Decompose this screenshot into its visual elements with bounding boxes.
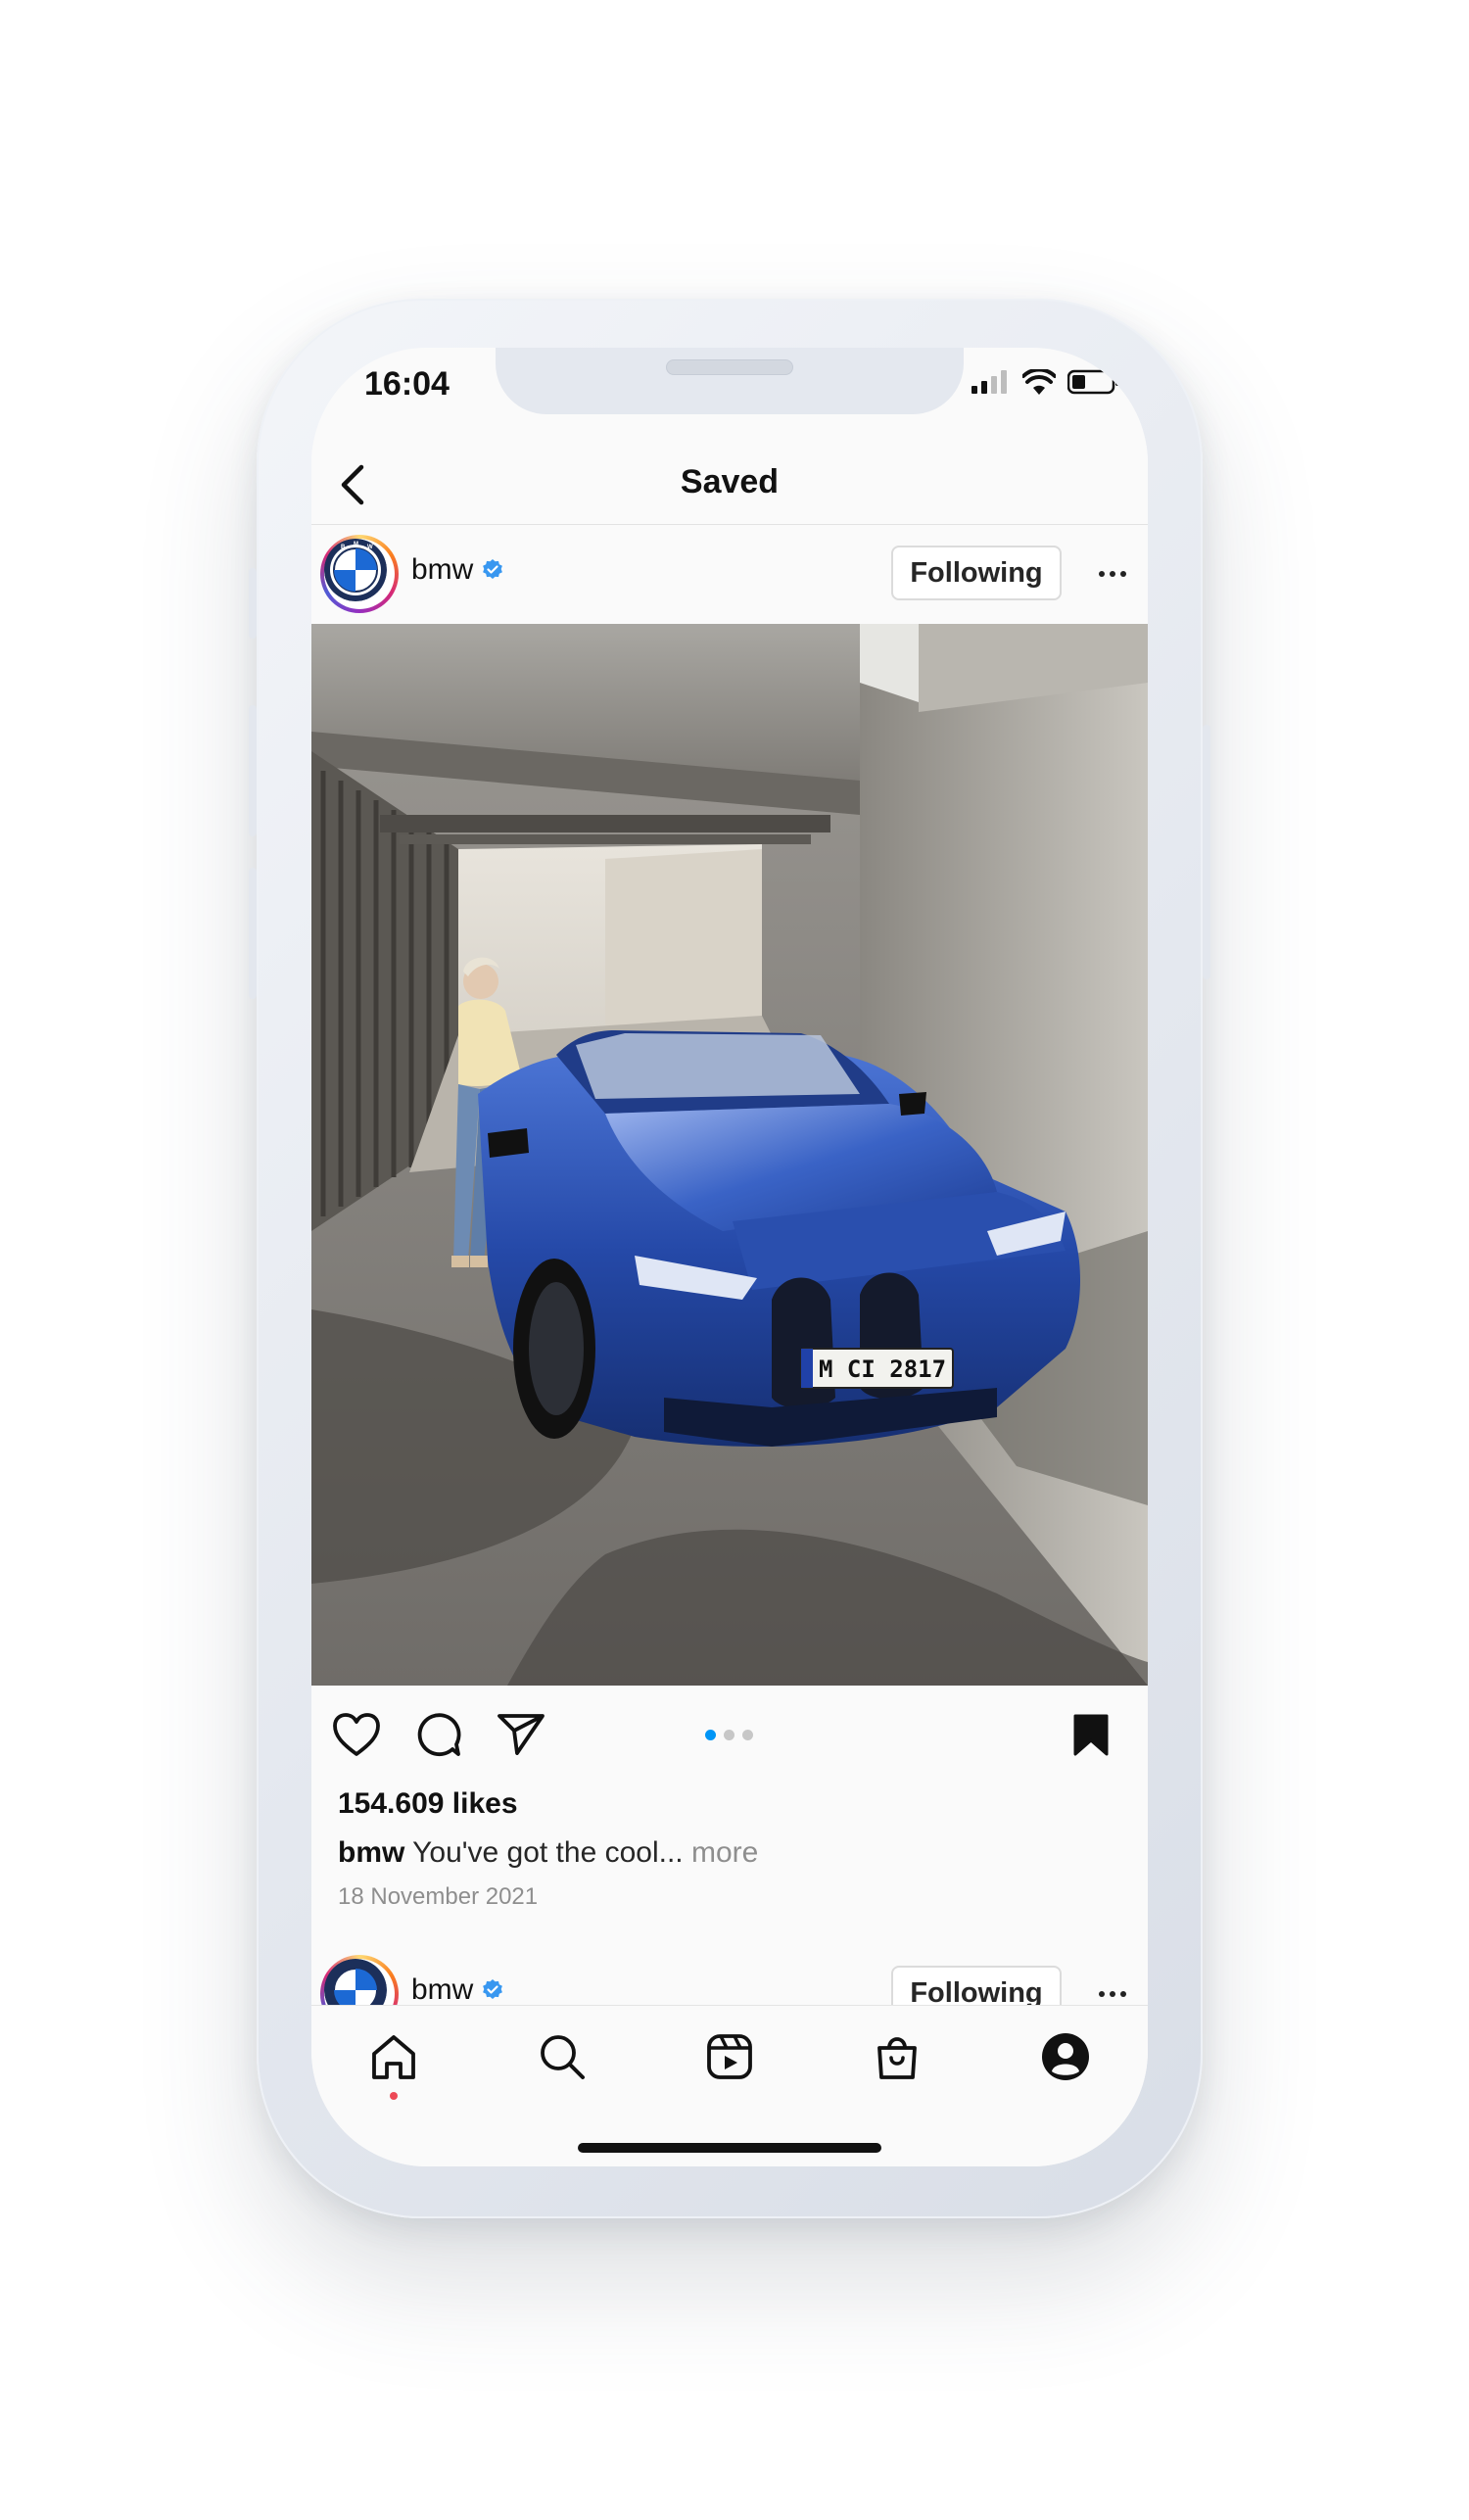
phone-screen: 16:04 Saved B M W bmw Following M CI 281… [311, 348, 1148, 2166]
svg-text:W: W [367, 545, 373, 550]
post-username[interactable]: bmw [411, 553, 504, 587]
license-plate-text: M CI 2817 [819, 1355, 946, 1383]
like-button[interactable] [327, 1705, 386, 1764]
svg-text:M: M [354, 542, 358, 547]
profile-icon [1042, 2033, 1089, 2080]
likes-count[interactable]: 154.609 likes [338, 1787, 518, 1821]
post-username[interactable]: bmw [411, 1973, 504, 2007]
carousel-dot [724, 1730, 734, 1740]
carousel-indicator [705, 1730, 753, 1740]
search-icon [541, 2035, 585, 2079]
save-button[interactable] [1062, 1705, 1120, 1764]
shop-bag-icon [877, 2037, 917, 2079]
tab-home[interactable] [362, 2025, 425, 2088]
verified-badge-icon [483, 559, 503, 579]
tab-search[interactable] [531, 2025, 593, 2088]
heart-icon [333, 1713, 380, 1756]
comment-button[interactable] [409, 1705, 468, 1764]
volume-up-button [249, 705, 257, 836]
carousel-dot-active [705, 1730, 716, 1740]
tab-shop[interactable] [866, 2025, 928, 2088]
more-options-icon[interactable] [1093, 559, 1132, 589]
comment-icon [417, 1713, 461, 1757]
username-text: bmw [411, 1973, 474, 2006]
bookmark-filled-icon [1073, 1714, 1109, 1756]
tab-bar [311, 2005, 1148, 2166]
post-date: 18 November 2021 [338, 1883, 539, 1910]
username-text: bmw [411, 553, 474, 586]
tab-profile[interactable] [1034, 2025, 1097, 2088]
page-title: Saved [680, 463, 780, 500]
verified-badge-icon [483, 1979, 503, 1999]
cellular-signal-icon [971, 370, 1007, 394]
share-button[interactable] [492, 1705, 550, 1764]
bmw-logo-icon: B M W [324, 539, 387, 601]
story-ring[interactable]: B M W [320, 535, 399, 613]
battery-icon [1067, 369, 1119, 395]
nav-bar: Saved [311, 446, 1148, 525]
speaker-grille [666, 359, 793, 375]
send-icon [498, 1714, 545, 1755]
reels-icon [707, 2034, 752, 2079]
home-indicator[interactable] [578, 2143, 881, 2153]
avatar: B M W [324, 539, 387, 601]
status-time: 16:04 [364, 365, 450, 403]
home-active-dot [390, 2092, 398, 2100]
post-header: B M W bmw Following [311, 524, 1148, 624]
post-caption: bmw You've got the cool... more [338, 1836, 758, 1870]
home-icon [372, 2035, 415, 2079]
carousel-dot [742, 1730, 753, 1740]
notch [496, 348, 964, 414]
caption-more-link[interactable]: more [691, 1836, 758, 1869]
power-button [1203, 725, 1210, 979]
post-actions [311, 1686, 1148, 1783]
post-photo: M CI 2817 [311, 624, 1148, 1686]
post-image[interactable]: M CI 2817 [311, 624, 1148, 1686]
tab-reels[interactable] [698, 2025, 761, 2088]
mute-switch [249, 568, 257, 639]
status-icons [971, 369, 1120, 395]
volume-down-button [249, 868, 257, 999]
caption-username[interactable]: bmw [338, 1836, 404, 1869]
caption-text: You've got the cool... [412, 1836, 684, 1869]
svg-text:B: B [341, 545, 346, 550]
wifi-icon [1022, 369, 1056, 395]
following-button[interactable]: Following [891, 546, 1062, 600]
